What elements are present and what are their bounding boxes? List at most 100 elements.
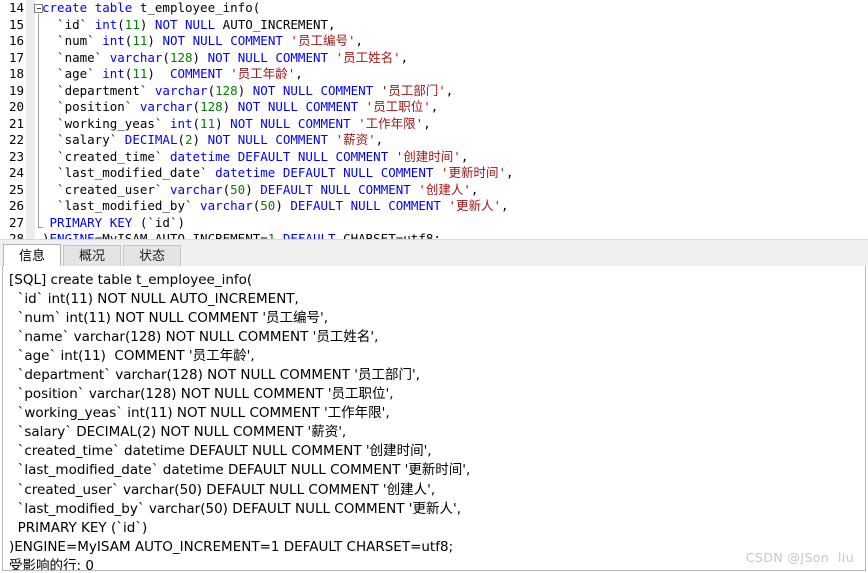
code-token-kw: NULL [192,33,223,48]
line-number: 27 [8,214,24,230]
code-token-num: 11 [132,66,148,81]
code-token-kw: COMMENT [230,33,283,48]
code-token-kw: COMMENT [305,99,359,114]
result-line: )ENGINE=MyISAM AUTO_INCREMENT=1 DEFAULT … [9,538,454,555]
line-number: 26 [8,198,24,213]
code-token-punc: ( [207,82,216,98]
code-token-punc: ) [192,49,208,65]
code-token-kw: NULL [237,49,268,65]
code-token-punc: ( [162,49,170,65]
code-line[interactable]: 27 PRIMARY KEY (`id`) [0,215,868,232]
code-line-text: `working_yeas` int(11) NOT NULL COMMENT … [42,116,431,133]
code-line[interactable]: 23 `created_time` datetime DEFAULT NULL … [0,149,868,166]
code-token-id: t_employee_info( [132,0,261,15]
code-line[interactable]: 28)ENGINE=MyISAM AUTO_INCREMENT=1 DEFAUL… [0,231,868,239]
sql-editor[interactable]: 14 create table t_employee_info(15 `id` i… [0,0,868,239]
line-number: 20 [8,99,24,114]
code-token-punc: ( [177,132,186,147]
code-token-punc: ) [42,231,50,239]
code-token-num: 11 [124,16,140,32]
code-token-id: `salary` [42,132,125,147]
code-token-str: '工作年限' [358,115,424,131]
code-token-num: 50 [230,181,246,197]
code-token-punc [388,149,396,164]
code-token-type: int [169,115,193,131]
line-number: 15 [8,16,24,32]
code-token-type: varchar [139,99,193,114]
result-tab-1[interactable]: 概况 [63,245,122,267]
code-token-punc: ( [192,99,201,114]
code-line[interactable]: 25 `created_user` varchar(50) DEFAULT NU… [0,182,868,199]
code-token-kw: DEFAULT [290,198,344,213]
code-line[interactable]: 18 `age` int(11) COMMENT '员工年龄', [0,66,868,83]
code-token-punc [230,50,238,65]
result-line: `created_time` datetime DEFAULT NULL COM… [9,443,432,460]
code-token-kw: COMMENT [297,115,351,131]
line-number: 22 [8,132,24,147]
code-token-punc: ) [245,181,261,197]
code-token-kw: NULL [343,165,374,180]
code-token-kw: COMMENT [358,181,411,197]
code-token-punc: ) [139,16,155,32]
code-line[interactable]: 15 `id` int(11) NOT NULL AUTO_INCREMENT, [0,17,868,34]
code-line-text: PRIMARY KEY (`id`) [42,215,185,232]
code-token-num: 11 [132,33,148,48]
code-token-str: '更新时间' [440,165,506,180]
result-tab-2[interactable]: 状态 [123,245,182,267]
code-token-id: CHARSET=utf8; [335,231,441,239]
line-number: 17 [8,49,24,65]
code-token-kw: COMMENT [169,66,223,81]
code-token-punc: ( [117,16,125,32]
code-token-type: varchar [200,198,253,213]
code-token-kw: DEFAULT [282,231,336,239]
code-token-kw: PRIMARY [49,214,103,230]
code-token-punc: , [430,99,439,114]
code-line[interactable]: 22 `salary` DECIMAL(2) NOT NULL COMMENT … [0,132,868,149]
code-token-num: 128 [215,82,238,98]
code-token-kw: NULL [320,181,351,197]
code-token-punc: , [445,82,454,98]
code-lines-container[interactable]: 14 create table t_employee_info(15 `id` i… [0,0,868,239]
line-number: 28 [8,231,24,239]
result-line: PRIMARY KEY (`id`) [9,519,148,536]
line-number: 18 [8,66,24,81]
code-token-kw: create [42,0,88,15]
code-line[interactable]: 14 create table t_employee_info( [0,0,868,17]
code-token-punc: ) [147,33,163,48]
code-token-punc [351,116,359,131]
code-token-kw: NOT [207,132,231,147]
result-line: `department` varchar(128) NOT NULL COMME… [9,367,420,384]
result-line: `working_yeas` int(11) NOT NULL COMMENT … [9,405,390,422]
code-token-id: `working_yeas` [42,115,170,131]
code-line[interactable]: 24 `last_modified_date` datetime DEFAULT… [0,165,868,182]
code-line[interactable]: 20 `position` varchar(128) NOT NULL COMM… [0,99,868,116]
code-token-punc [328,50,336,65]
code-token-punc [42,215,50,230]
result-line: 受影响的行: 0 [9,557,94,571]
line-number: 16 [8,33,24,48]
code-line-text: `name` varchar(128) NOT NULL COMMENT '员工… [42,50,408,67]
code-token-type: datetime [215,165,276,180]
code-token-kw: NULL [282,82,313,98]
code-token-punc: ) [215,115,231,131]
code-token-id: `num` [42,33,103,48]
code-token-kw: NOT [207,49,231,65]
result-tab-0[interactable]: 信息 [3,244,62,267]
code-line[interactable]: 19 `department` varchar(128) NOT NULL CO… [0,83,868,100]
code-token-type: varchar [154,82,208,98]
code-token-id: `id` [42,16,95,32]
code-token-kw: ENGINE [49,231,95,239]
code-token-kw: NULL [350,198,381,213]
code-line[interactable]: 17 `name` varchar(128) NOT NULL COMMENT … [0,50,868,67]
result-message-panel[interactable]: [SQL] create table t_employee_info( `id`… [2,266,866,571]
code-token-punc: , [505,165,514,180]
code-line[interactable]: 16 `num` int(11) NOT NULL COMMENT '员工编号'… [0,33,868,50]
line-number: 23 [8,148,24,164]
csdn-watermark: CSDN @JSon liu [745,550,854,565]
code-token-punc [313,83,321,98]
code-token-num: 128 [169,49,193,65]
code-token-id: (`id`) [132,214,186,230]
code-line[interactable]: 21 `working_yeas` int(11) NOT NULL COMME… [0,116,868,133]
code-token-type: int [94,16,118,32]
code-line[interactable]: 26 `last_modified_by` varchar(50) DEFAUL… [0,198,868,215]
